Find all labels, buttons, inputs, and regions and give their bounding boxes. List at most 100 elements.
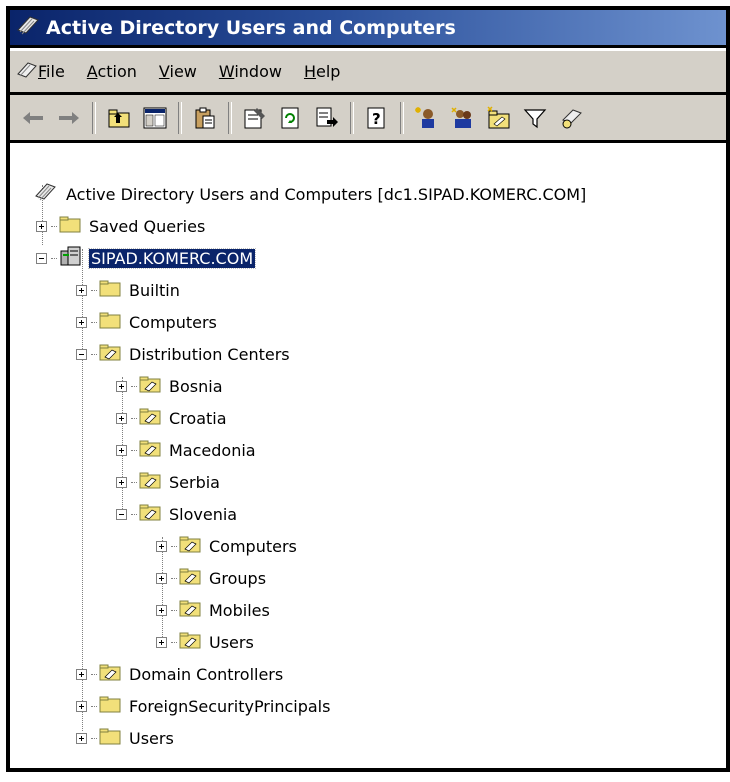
window-title: Active Directory Users and Computers bbox=[46, 16, 456, 39]
expand-icon[interactable] bbox=[156, 540, 167, 552]
tree-item-label: Mobiles bbox=[209, 600, 270, 620]
filter-icon[interactable] bbox=[520, 103, 550, 133]
create-group-icon[interactable] bbox=[448, 103, 478, 133]
menu-help[interactable]: Help bbox=[304, 62, 340, 81]
tree-connector bbox=[91, 353, 97, 355]
tree-item-users[interactable]: Users bbox=[76, 727, 176, 749]
tree-root-label: Active Directory Users and Computers [dc… bbox=[66, 184, 587, 204]
expand-icon[interactable] bbox=[36, 220, 47, 232]
collapse-icon[interactable] bbox=[76, 348, 87, 360]
console-icon[interactable] bbox=[16, 60, 38, 84]
tree-item-croatia[interactable]: Croatia bbox=[116, 407, 229, 429]
title-bar[interactable]: Active Directory Users and Computers bbox=[10, 10, 726, 48]
tree-item-slovenia-groups[interactable]: Groups bbox=[156, 567, 268, 589]
export-list-icon[interactable] bbox=[312, 103, 342, 133]
expand-icon[interactable] bbox=[76, 700, 87, 712]
ou-folder-icon bbox=[99, 343, 121, 365]
forward-arrow-icon[interactable] bbox=[54, 103, 84, 133]
tree-item-label: SIPAD.KOMERC.COM bbox=[87, 247, 257, 269]
help-icon[interactable]: ? bbox=[362, 103, 392, 133]
menu-help-label: elp bbox=[316, 62, 341, 81]
tree-connector bbox=[51, 257, 57, 259]
tree-item-slovenia[interactable]: Slovenia bbox=[116, 503, 239, 525]
tree-item-foreign-security-principals[interactable]: ForeignSecurityPrincipals bbox=[76, 695, 332, 717]
tree-connector bbox=[171, 641, 177, 643]
tree-item-label: Domain Controllers bbox=[129, 664, 284, 684]
tree-item-saved-queries[interactable]: Saved Queries bbox=[36, 215, 207, 237]
menu-action-mnemonic: A bbox=[86, 62, 98, 81]
collapse-icon[interactable] bbox=[116, 508, 127, 520]
tree-connector bbox=[131, 449, 137, 451]
ou-folder-icon bbox=[139, 375, 161, 397]
tree-item-builtin[interactable]: Builtin bbox=[76, 279, 182, 301]
tree-connector bbox=[131, 385, 137, 387]
tree-item-label: Distribution Centers bbox=[129, 344, 290, 364]
up-one-level-icon[interactable] bbox=[104, 103, 134, 133]
tree-item-computers[interactable]: Computers bbox=[76, 311, 219, 333]
find-icon[interactable] bbox=[556, 103, 586, 133]
expand-icon[interactable] bbox=[116, 476, 127, 488]
expand-icon[interactable] bbox=[156, 604, 167, 616]
menu-file[interactable]: File bbox=[38, 62, 65, 81]
tree-item-label: Computers bbox=[209, 536, 297, 556]
menu-view-mnemonic: V bbox=[158, 62, 170, 81]
menu-window-mnemonic: W bbox=[218, 62, 235, 81]
expand-icon[interactable] bbox=[76, 316, 87, 328]
tree-connector bbox=[171, 609, 177, 611]
show-hide-console-tree-icon[interactable] bbox=[140, 103, 170, 133]
tree-item-label: Serbia bbox=[169, 472, 220, 492]
expand-icon[interactable] bbox=[156, 572, 167, 584]
menu-action[interactable]: Action bbox=[87, 62, 137, 81]
menu-bar: File Action View Window Help bbox=[10, 51, 726, 95]
toolbar-separator bbox=[178, 101, 182, 134]
tree-connector bbox=[91, 737, 97, 739]
paste-icon[interactable] bbox=[190, 103, 220, 133]
tree-item-bosnia[interactable]: Bosnia bbox=[116, 375, 225, 397]
tree-connector bbox=[91, 705, 97, 707]
tree-item-slovenia-mobiles[interactable]: Mobiles bbox=[156, 599, 272, 621]
menu-window[interactable]: Window bbox=[219, 62, 282, 81]
tree-connector bbox=[51, 225, 57, 227]
tree-item-serbia[interactable]: Serbia bbox=[116, 471, 222, 493]
tree-root[interactable]: Active Directory Users and Computers [dc… bbox=[34, 183, 588, 205]
mmc-window: Active Directory Users and Computers Fil… bbox=[6, 6, 730, 772]
create-ou-icon[interactable] bbox=[484, 103, 514, 133]
expand-icon[interactable] bbox=[76, 284, 87, 296]
tree-item-label: Saved Queries bbox=[89, 216, 206, 236]
collapse-icon[interactable] bbox=[36, 252, 47, 264]
expand-icon[interactable] bbox=[116, 412, 127, 424]
toolbar-separator bbox=[228, 101, 232, 134]
folder-icon bbox=[99, 311, 121, 333]
expand-icon[interactable] bbox=[116, 380, 127, 392]
expand-icon[interactable] bbox=[76, 732, 87, 744]
tree-item-distribution-centers[interactable]: Distribution Centers bbox=[76, 343, 292, 365]
tree-item-label: Macedonia bbox=[169, 440, 256, 460]
svg-text:?: ? bbox=[372, 110, 381, 128]
tree-item-slovenia-users[interactable]: Users bbox=[156, 631, 256, 653]
menu-file-label: ile bbox=[46, 62, 65, 81]
properties-icon[interactable] bbox=[240, 103, 270, 133]
tree-item-label: Computers bbox=[129, 312, 217, 332]
tree-item-macedonia[interactable]: Macedonia bbox=[116, 439, 258, 461]
expand-icon[interactable] bbox=[156, 636, 167, 648]
tree-item-domain[interactable]: SIPAD.KOMERC.COM bbox=[36, 246, 257, 269]
tree-connector bbox=[171, 577, 177, 579]
tree-connector bbox=[171, 545, 177, 547]
tree-item-slovenia-computers[interactable]: Computers bbox=[156, 535, 299, 557]
tree-connector bbox=[91, 321, 97, 323]
expand-icon[interactable] bbox=[76, 668, 87, 680]
create-user-icon[interactable] bbox=[412, 103, 442, 133]
menu-view[interactable]: View bbox=[159, 62, 197, 81]
back-arrow-icon[interactable] bbox=[18, 103, 48, 133]
expand-icon[interactable] bbox=[116, 444, 127, 456]
tree-item-label: Users bbox=[209, 632, 254, 652]
toolbar-separator bbox=[92, 101, 96, 134]
console-tree: Active Directory Users and Computers [dc… bbox=[10, 143, 726, 768]
aduc-icon bbox=[34, 181, 58, 207]
refresh-icon[interactable] bbox=[276, 103, 306, 133]
tree-item-label: Slovenia bbox=[169, 504, 238, 524]
ou-folder-icon bbox=[179, 535, 201, 557]
tree-item-label: Builtin bbox=[129, 280, 180, 300]
ou-folder-icon bbox=[179, 599, 201, 621]
tree-item-domain-controllers[interactable]: Domain Controllers bbox=[76, 663, 285, 685]
